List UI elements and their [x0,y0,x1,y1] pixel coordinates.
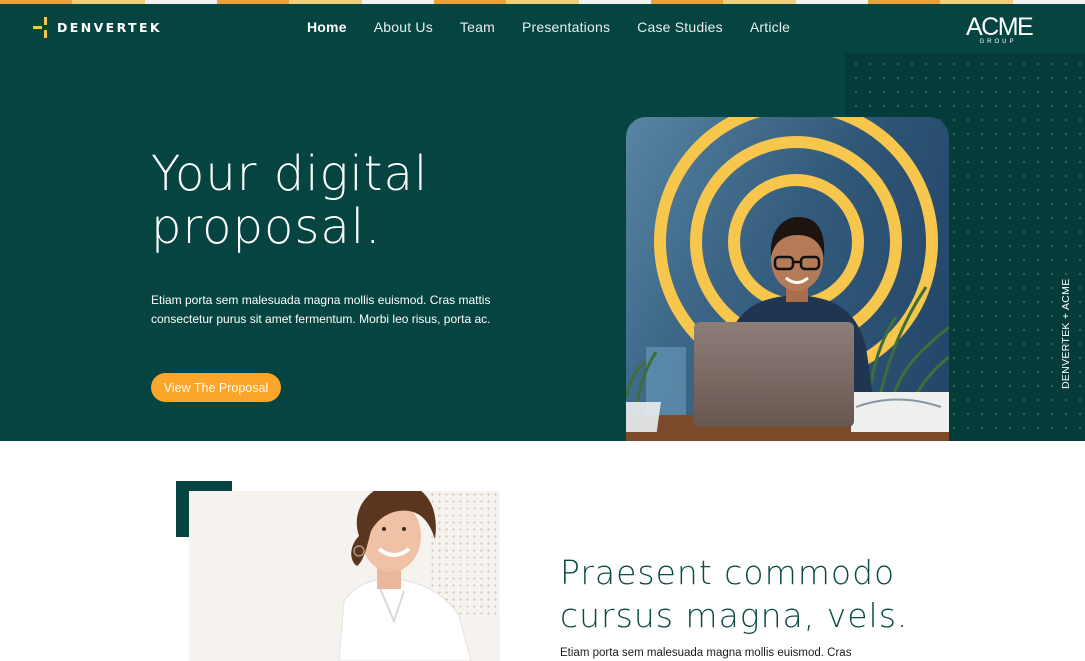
nav-case-studies[interactable]: Case Studies [637,19,723,35]
open-book [851,392,949,432]
nav-presentations[interactable]: Presentations [522,19,610,35]
section-title: Praesent commodo cursus magna, vels. [560,551,920,637]
nav-about-us[interactable]: About Us [374,19,433,35]
view-proposal-button[interactable]: View The Proposal [151,373,281,402]
acme-logo-name: ACME [966,13,1034,41]
nav-team[interactable]: Team [460,19,495,35]
hero-illustration [626,117,949,441]
hero-photo [626,117,949,441]
hero-section: DENVERTEK Home About Us Team Presentatio… [0,4,1085,441]
crosshair-mark-icon [33,16,53,38]
acme-group-logo[interactable]: ACME GROUP [966,13,1034,46]
nav-home[interactable]: Home [307,19,347,35]
feature-photo [189,491,500,661]
main-nav: Home About Us Team Presentations Case St… [307,19,817,35]
denvertek-logo[interactable]: DENVERTEK [33,16,162,38]
hero-description: Etiam porta sem malesuada magna mollis e… [151,293,491,326]
section-description: Etiam porta sem malesuada magna mollis e… [560,647,852,659]
person-illustration [338,491,472,661]
hero-title-line-1: Your digital [151,146,429,202]
section-title-line-1: Praesent commodo [560,553,896,592]
vertical-caption: DENVERTEK + ACME [1060,278,1072,389]
nav-article[interactable]: Article [750,19,790,35]
logo-text: DENVERTEK [57,19,163,35]
hero-title-line-2: proposal. [151,199,382,255]
hero-title: Your digital proposal. [151,148,571,254]
section-title-line-2: cursus magna, vels. [560,596,909,635]
